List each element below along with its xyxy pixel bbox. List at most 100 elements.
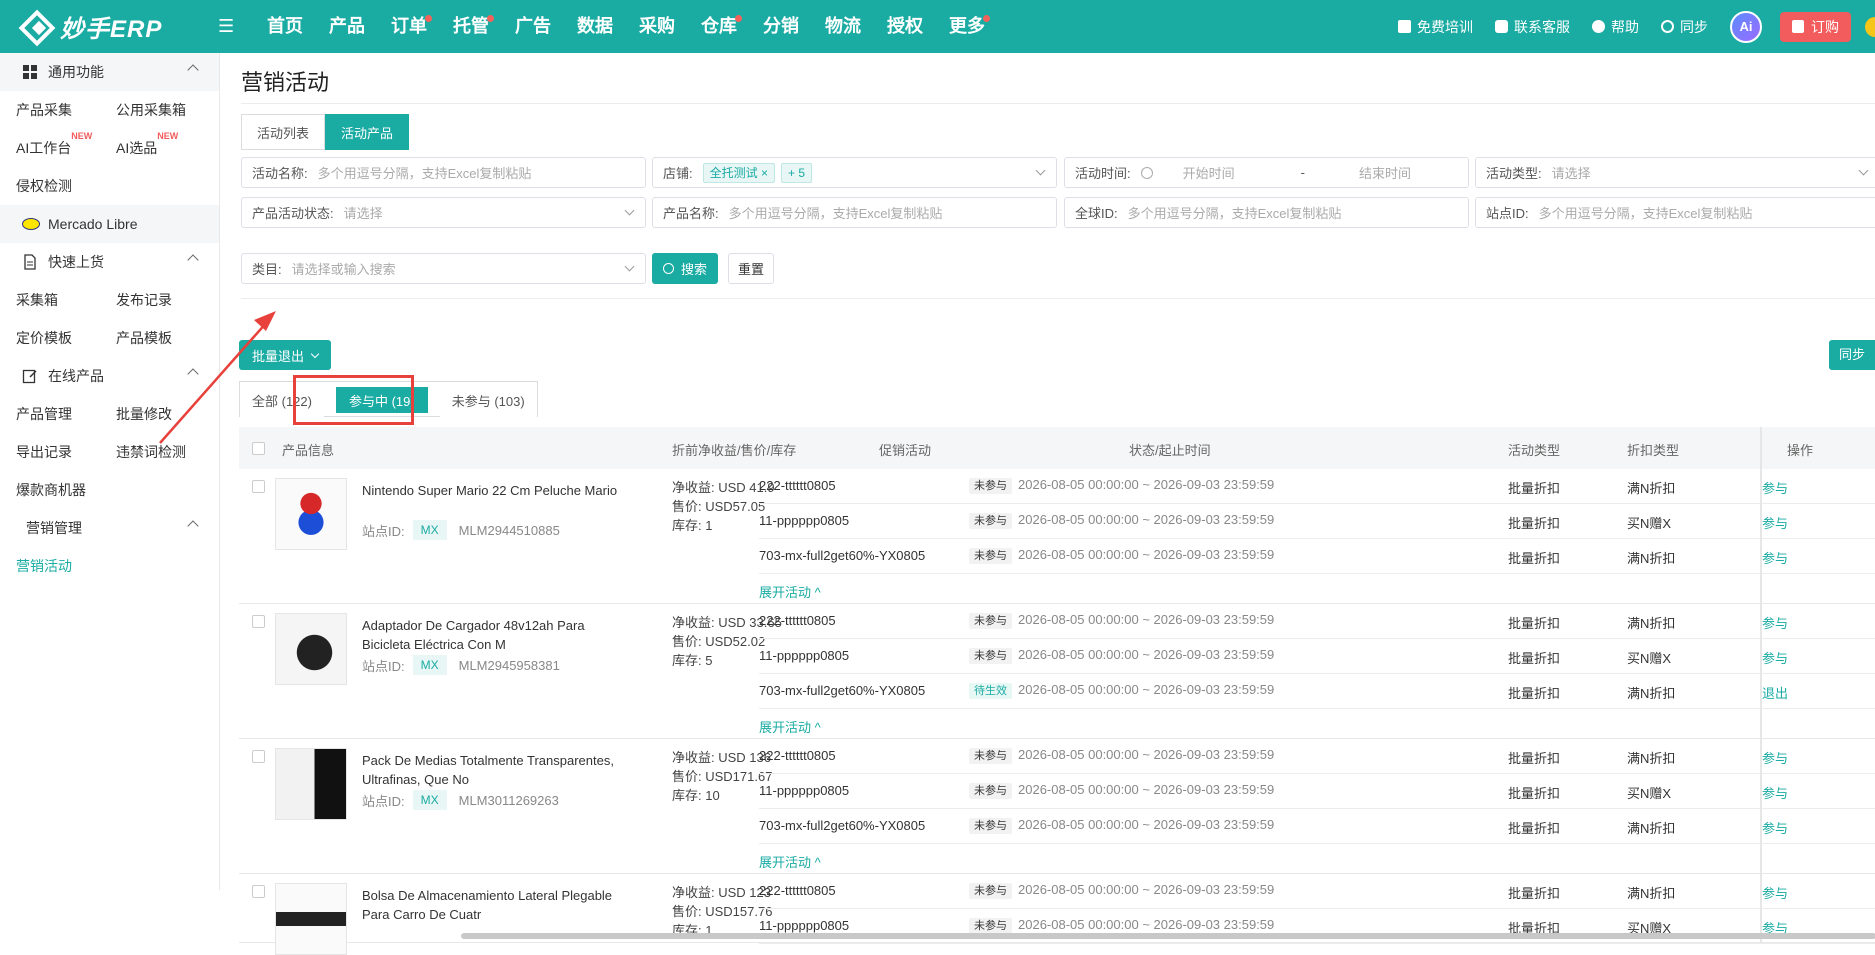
sidebar-item-infringe[interactable]: 侵权检测 — [0, 167, 219, 205]
free-training-link[interactable]: 免费培训 — [1398, 17, 1473, 37]
nav-item-more[interactable]: 更多 — [936, 0, 998, 53]
sidebar-item-ai-select[interactable]: AI选品 NEW — [100, 131, 200, 158]
product-name-field[interactable]: 产品名称: 多个用逗号分隔，支持Excel复制粘贴 — [652, 197, 1057, 228]
action-link[interactable]: 退出 — [1762, 683, 1788, 702]
action-link[interactable]: 参与 — [1762, 783, 1788, 802]
nav-item-distribution[interactable]: 分销 — [750, 0, 812, 53]
divider — [241, 103, 1875, 104]
site-badge: MX — [412, 790, 447, 810]
product-title[interactable]: Adaptador De Cargador 48v12ah Para Bicic… — [362, 616, 622, 654]
activity-time-range[interactable]: 活动时间: 开始时间 - 结束时间 — [1064, 157, 1469, 188]
action-link[interactable]: 参与 — [1762, 478, 1788, 497]
action-link[interactable]: 参与 — [1762, 648, 1788, 667]
tab-not-participating[interactable]: 未参与 (103) — [439, 382, 537, 418]
row-checkbox[interactable] — [252, 750, 265, 763]
sidebar-item-collect[interactable]: 产品采集 — [0, 100, 100, 120]
sidebar-item-marketing-activity[interactable]: 营销活动 — [0, 547, 219, 585]
status-badge: 未参与 — [969, 783, 1012, 799]
sync-link[interactable]: 同步 — [1661, 17, 1708, 37]
batch-exit-button[interactable]: 批量退出 — [239, 340, 331, 370]
page-title: 营销活动 — [241, 70, 330, 95]
product-title[interactable]: Pack De Medias Totalmente Transparentes,… — [362, 751, 622, 789]
sidebar-item-product-manage[interactable]: 产品管理 — [0, 404, 100, 424]
activity-row: 703-mx-full2get60%-YX0805 未参与 2026-08-05 0… — [759, 809, 1875, 844]
top-navbar: 妙手ERP ☰ 首页 产品 订单 托管 广告 数据 采购 仓库 分销 物流 授权… — [0, 0, 1875, 53]
expand-activities-link[interactable]: 展开活动 ^ — [759, 852, 821, 871]
sidebar-item-price-template[interactable]: 定价模板 — [0, 328, 100, 348]
tab-activity-list[interactable]: 活动列表 — [241, 114, 326, 150]
action-link[interactable]: 参与 — [1762, 513, 1788, 532]
ai-assistant-button[interactable]: Ai — [1730, 10, 1762, 43]
nav-item-warehouse[interactable]: 仓库 — [688, 0, 750, 53]
help-link[interactable]: 帮助 — [1592, 17, 1639, 37]
product-image[interactable] — [275, 478, 347, 550]
tab-activity-products[interactable]: 活动产品 — [325, 114, 410, 150]
order-button[interactable]: 订购 — [1780, 11, 1851, 42]
product-image[interactable] — [275, 613, 347, 685]
sidebar-group-common[interactable]: 通用功能 — [0, 53, 219, 91]
site-id-field[interactable]: 站点ID: 多个用逗号分隔，支持Excel复制粘贴 — [1475, 197, 1875, 228]
nav-item-hosting[interactable]: 托管 — [440, 0, 502, 53]
sync-button[interactable]: 同步 — [1829, 340, 1875, 370]
sidebar-group-online[interactable]: 在线产品 — [0, 357, 219, 395]
action-link[interactable]: 参与 — [1762, 883, 1788, 902]
activity-row: 222-tttttt0805 未参与 2026-08-05 00:00:00 ~ 2… — [759, 739, 1875, 774]
chevron-down-icon — [310, 349, 320, 358]
sidebar-item-banned-check[interactable]: 违禁词检测 — [100, 442, 200, 462]
activity-type: 批量折扣 — [1508, 481, 1561, 496]
category-select[interactable]: 类目: 请选择或输入搜索 — [241, 253, 646, 284]
action-link[interactable]: 参与 — [1762, 548, 1788, 567]
sidebar-item-public-box[interactable]: 公用采集箱 — [100, 100, 200, 120]
expand-activities-link[interactable]: 展开活动 ^ — [759, 582, 821, 601]
nav-item-authorize[interactable]: 授权 — [874, 0, 936, 53]
end-time-input[interactable]: 结束时间 — [1359, 163, 1411, 182]
shop-select[interactable]: 店铺: 全托测试 × + 5 — [652, 157, 1057, 188]
select-all-checkbox[interactable] — [252, 442, 265, 455]
row-checkbox[interactable] — [252, 885, 265, 898]
sidebar-item-batch-edit[interactable]: 批量修改 — [100, 404, 200, 424]
search-button[interactable]: 搜索 — [652, 253, 718, 284]
sidebar-group-mercado[interactable]: Mercado Libre — [0, 205, 219, 243]
product-status-select[interactable]: 产品活动状态: 请选择 — [241, 197, 646, 228]
close-icon[interactable]: × — [761, 166, 768, 180]
activity-type-select[interactable]: 活动类型: 请选择 — [1475, 157, 1875, 188]
avatar[interactable] — [1865, 16, 1875, 37]
nav-item-product[interactable]: 产品 — [316, 0, 378, 53]
row-checkbox[interactable] — [252, 480, 265, 493]
new-badge: NEW — [157, 131, 179, 141]
sidebar-group-marketing[interactable]: 营销管理 — [0, 509, 219, 547]
activity-name-field[interactable]: 活动名称: 多个用逗号分隔，支持Excel复制粘贴 — [241, 157, 646, 188]
reset-button[interactable]: 重置 — [728, 253, 774, 284]
sidebar-item-export-log[interactable]: 导出记录 — [0, 442, 100, 462]
logo[interactable]: 妙手ERP — [20, 9, 198, 44]
row-checkbox[interactable] — [252, 615, 265, 628]
menu-toggle-icon[interactable]: ☰ — [218, 16, 248, 37]
sidebar-item-product-template[interactable]: 产品模板 — [100, 328, 200, 348]
sidebar-item-ai-workbench[interactable]: AI工作台 NEW — [0, 131, 100, 158]
action-link[interactable]: 参与 — [1762, 748, 1788, 767]
sidebar-item-hot-finder[interactable]: 爆款商机器 — [0, 471, 219, 509]
global-id-field[interactable]: 全球ID: 多个用逗号分隔，支持Excel复制粘贴 — [1064, 197, 1469, 228]
activity-time: 2026-08-05 00:00:00 ~ 2026-09-03 23:59:5… — [1018, 512, 1275, 527]
nav-item-logistics[interactable]: 物流 — [812, 0, 874, 53]
sidebar-group-quick[interactable]: 快速上货 — [0, 243, 219, 281]
horizontal-scrollbar[interactable] — [461, 933, 1875, 939]
nav-item-home[interactable]: 首页 — [254, 0, 316, 53]
sidebar-item-publish-log[interactable]: 发布记录 — [100, 290, 200, 310]
product-image[interactable] — [275, 748, 347, 820]
notification-dot — [735, 15, 742, 22]
product-title[interactable]: Bolsa De Almacenamiento Lateral Plegable… — [362, 886, 622, 924]
shop-tag[interactable]: 全托测试 × — [702, 162, 775, 183]
product-title[interactable]: Nintendo Super Mario 22 Cm Peluche Mario — [362, 481, 622, 500]
nav-item-data[interactable]: 数据 — [564, 0, 626, 53]
sidebar-item-collect-box[interactable]: 采集箱 — [0, 290, 100, 310]
expand-activities-link[interactable]: 展开活动 ^ — [759, 717, 821, 736]
nav-item-ads[interactable]: 广告 — [502, 0, 564, 53]
start-time-input[interactable]: 开始时间 — [1183, 163, 1235, 182]
nav-item-order[interactable]: 订单 — [378, 0, 440, 53]
nav-item-purchase[interactable]: 采购 — [626, 0, 688, 53]
action-link[interactable]: 参与 — [1762, 613, 1788, 632]
contact-service-link[interactable]: 联系客服 — [1495, 17, 1570, 37]
product-image[interactable] — [275, 883, 347, 955]
action-link[interactable]: 参与 — [1762, 818, 1788, 837]
